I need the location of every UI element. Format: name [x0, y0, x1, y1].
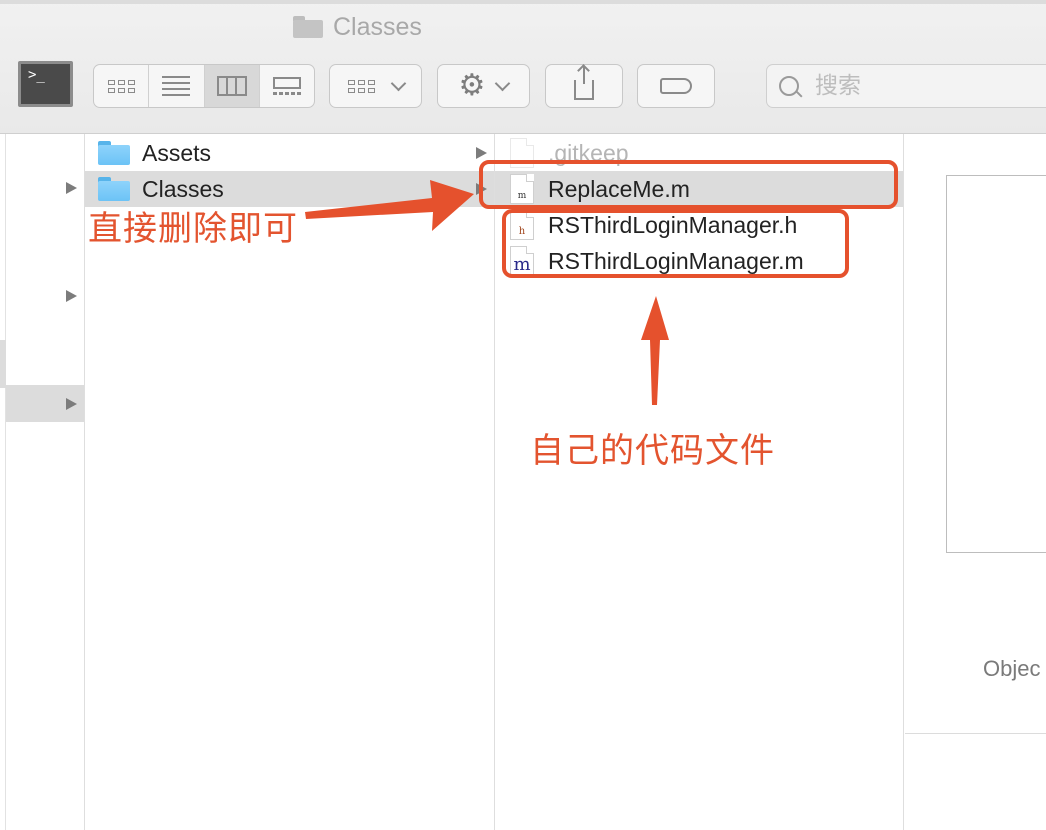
arrow-to-replaceme [305, 180, 474, 231]
annotation-own-code-note: 自己的代码文件 [530, 431, 775, 471]
annotation-arrows [305, 180, 669, 405]
arrow-up-to-files [641, 296, 669, 405]
annotation-delete-note: 直接删除即可 [88, 209, 298, 249]
